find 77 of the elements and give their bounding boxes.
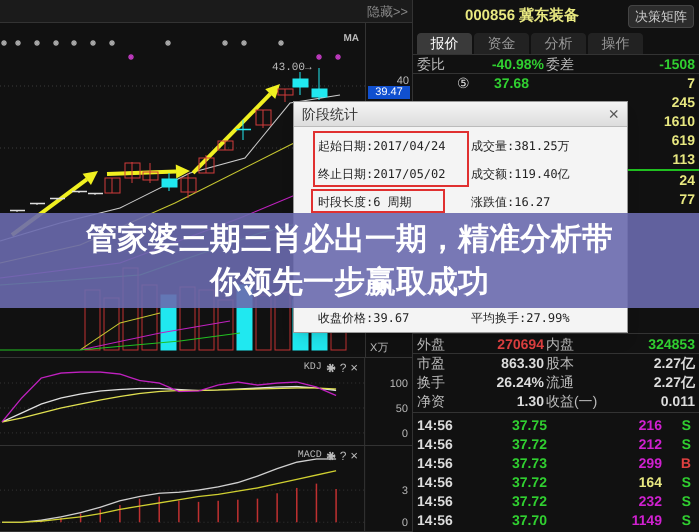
level-label: ⑤ <box>457 74 471 93</box>
stat-text: 成交额:119.40亿 <box>471 166 570 183</box>
order-price: 37.68 <box>492 74 529 93</box>
tick-volume: 1149 <box>630 511 662 530</box>
price-label: 43.00→ <box>272 61 312 76</box>
stock-title: 000856 冀东装备 <box>465 6 580 26</box>
tick-price: 37.73 <box>510 454 547 473</box>
field-label: 股本 <box>546 354 574 373</box>
field-value: 2.27亿 <box>654 373 695 392</box>
field-value: 270694 <box>497 334 544 354</box>
tick-price: 37.72 <box>510 435 547 454</box>
field-value: -1508 <box>659 54 695 74</box>
order-volume: 1610 <box>664 112 695 131</box>
field-label: 外盘 <box>417 334 445 354</box>
field-label: 内盘 <box>546 334 574 354</box>
unit-label: X万 <box>370 340 388 356</box>
trade-side: S <box>682 435 692 454</box>
axis-label: 40 <box>396 74 409 87</box>
tick-time: 14:56 <box>417 416 454 435</box>
trade-side: B <box>680 454 692 473</box>
tick-time: 14:56 <box>417 492 454 511</box>
field-value: 863.30 <box>501 354 544 373</box>
field-label: 市盈 <box>417 354 445 373</box>
indicator-title: KDJ <box>304 361 322 375</box>
field-label: 流通 <box>546 373 574 392</box>
field-label: 换手 <box>417 373 445 392</box>
headline-text: 管家婆三期三肖必出一期，精准分析带 <box>86 220 613 258</box>
field-label: 委差 <box>546 54 574 74</box>
tick-price: 37.72 <box>510 473 547 492</box>
trade-side: S <box>682 492 692 511</box>
field-value: 0.011 <box>660 392 695 411</box>
current-price-label: 39.47 <box>368 86 410 99</box>
stat-text: 时段长度:6 周期 <box>318 195 412 209</box>
field-value: 2.27亿 <box>654 354 695 373</box>
field-value: 1.30 <box>516 392 544 411</box>
order-volume: 245 <box>672 93 695 112</box>
axis-tick-label: 0 <box>402 428 408 440</box>
stat-text: 涨跌值:16.27 <box>471 194 550 211</box>
trade-side: S <box>682 511 692 530</box>
stat-text: 起始日期:2017/04/24 <box>318 139 446 153</box>
stat-text: 收盘价格:39.67 <box>318 311 410 325</box>
field-label: 收益(一) <box>546 392 598 411</box>
tick-volume: 299 <box>638 454 662 473</box>
tick-volume: 164 <box>638 473 662 492</box>
order-volume: 77 <box>679 190 695 209</box>
order-volume: 619 <box>672 131 695 150</box>
headline-text: 你领先一步赢取成功 <box>210 262 489 302</box>
axis-tick-label: 50 <box>396 402 408 415</box>
axis-tick-label: 3 <box>402 485 408 498</box>
field-value: -40.98% <box>492 54 544 74</box>
tick-price: 37.75 <box>510 416 547 435</box>
tick-volume: 216 <box>638 416 662 435</box>
tick-time: 14:56 <box>417 473 454 492</box>
tick-volume: 212 <box>638 435 662 454</box>
axis-tick-label: 100 <box>390 378 408 390</box>
trade-side: S <box>682 473 692 492</box>
tick-time: 14:56 <box>417 511 454 530</box>
tick-time: 14:56 <box>417 435 454 454</box>
stat-text: 成交量:381.25万 <box>471 138 570 155</box>
stat-text: 终止日期:2017/05/02 <box>318 167 446 181</box>
tick-time: 14:56 <box>417 454 454 473</box>
tick-price: 37.72 <box>510 492 547 511</box>
axis-tick-label: 0 <box>402 517 408 530</box>
field-value: 26.24% <box>496 373 544 392</box>
order-volume: 113 <box>672 150 695 169</box>
field-label: 净资 <box>417 392 445 411</box>
order-volume: 24 <box>679 171 695 190</box>
tick-price: 37.70 <box>510 511 547 530</box>
trade-side: S <box>682 416 692 435</box>
indicator-label: MA <box>343 32 359 46</box>
stat-text: 平均换手:27.99% <box>471 310 570 327</box>
tick-volume: 232 <box>638 492 662 511</box>
field-label: 委比 <box>417 54 445 74</box>
field-value: 324853 <box>648 334 695 354</box>
indicator-title: MACD <box>298 449 322 463</box>
order-volume: 7 <box>687 74 695 93</box>
dialog-title: 阶段统计 <box>302 104 358 124</box>
